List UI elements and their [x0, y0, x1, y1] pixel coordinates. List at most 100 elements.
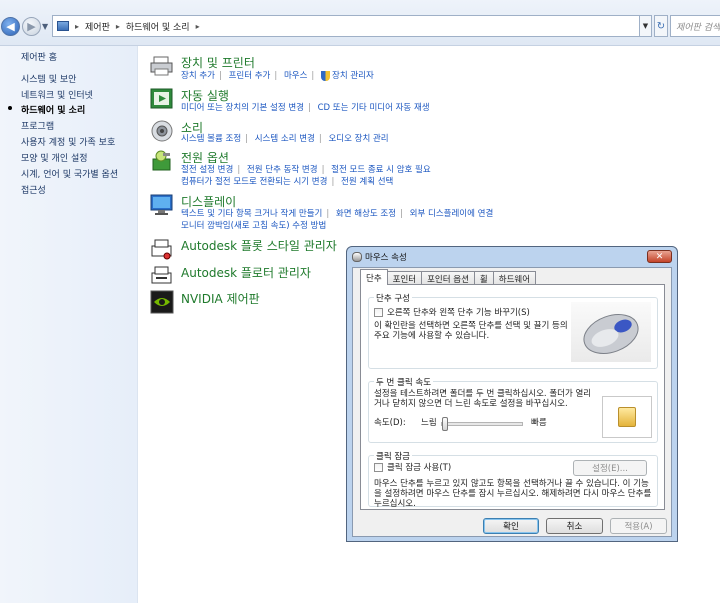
display-icon[interactable]: [150, 193, 174, 217]
tab-panel: 단추 구성 오른쪽 단추와 왼쪽 단추 기능 바꾸기(S) 이 확인란을 선택하…: [360, 284, 665, 510]
link-change-sleep-time[interactable]: 컴퓨터가 절전 모드로 전환되는 시기 변경: [181, 177, 327, 187]
tab-pointers[interactable]: 포인터: [386, 271, 423, 285]
nav-control-panel-home[interactable]: 제어판 홈: [21, 50, 57, 63]
link-choose-power-plan[interactable]: 전원 계획 선택: [341, 177, 393, 187]
nav-clock-language-region[interactable]: 시계, 언어 및 국가별 옵션: [21, 167, 118, 180]
current-bullet: [8, 106, 12, 110]
click-lock-label[interactable]: 클릭 잠금 사용(T): [387, 463, 451, 473]
recent-pages-dropdown[interactable]: ▼: [42, 22, 48, 31]
click-lock-row: 클릭 잠금 사용(T): [374, 463, 451, 474]
nvidia-title[interactable]: NVIDIA 제어판: [181, 290, 260, 307]
folder-icon[interactable]: [618, 407, 636, 427]
search-input[interactable]: 제어판 검색: [670, 15, 720, 37]
link-add-printer[interactable]: 프린터 추가: [229, 71, 271, 81]
apply-button[interactable]: 적용(A): [610, 518, 667, 534]
cancel-button[interactable]: 취소: [546, 518, 603, 534]
nav-programs[interactable]: 프로그램: [21, 119, 54, 132]
display-links-row1: 텍스트 및 기타 항목 크거나 작게 만들기 | 화면 해상도 조정 | 외부 디스…: [181, 207, 493, 219]
link-change-system-sounds[interactable]: 시스템 소리 변경: [255, 134, 315, 144]
link-separator: |: [237, 165, 241, 175]
link-separator: |: [218, 71, 222, 81]
sound-links: 시스템 볼륨 조정 | 시스템 소리 변경 | 오디오 장치 관리: [181, 132, 389, 144]
link-require-password[interactable]: 절전 모드 종료 시 암호 필요: [331, 165, 431, 175]
autoplay-links: 미디어 또는 장치의 기본 설정 변경 | CD 또는 기타 미디어 자동 재생: [181, 101, 430, 113]
power-icon[interactable]: [150, 149, 174, 173]
nav-network-internet[interactable]: 네트워크 및 인터넷: [21, 88, 93, 101]
breadcrumb-separator[interactable]: ▸: [75, 22, 79, 31]
double-click-speed-slider[interactable]: [441, 417, 523, 431]
autodesk-plotter-title[interactable]: Autodesk 플로터 관리자: [181, 264, 311, 281]
link-separator: |: [321, 165, 325, 175]
dialog-title: 마우스 속성: [365, 253, 407, 263]
forward-button[interactable]: ▶: [22, 17, 41, 36]
link-separator: |: [245, 134, 249, 144]
devices-printers-links: 장치 추가 | 프린터 추가 | 마우스 | 장치 관리자: [181, 69, 374, 81]
close-icon[interactable]: ✕: [647, 250, 672, 263]
autodesk-plot-style-title[interactable]: Autodesk 플롯 스타일 관리자: [181, 237, 337, 254]
click-lock-checkbox[interactable]: [374, 463, 383, 472]
link-separator: |: [318, 134, 322, 144]
nav-system-security[interactable]: 시스템 및 보안: [21, 72, 76, 85]
test-folder-area[interactable]: [602, 396, 652, 438]
button-config-desc: 이 확인란을 선택하면 오른쪽 단추를 선택 및 끌기 등의 주요 기능에 사용…: [374, 321, 568, 341]
breadcrumb-control-panel[interactable]: 제어판: [85, 20, 110, 33]
link-separator: |: [308, 103, 311, 113]
link-text-size[interactable]: 텍스트 및 기타 항목 크거나 작게 만들기: [181, 209, 322, 219]
link-device-manager[interactable]: 장치 관리자: [332, 71, 374, 81]
power-links-row2: 컴퓨터가 절전 모드로 전환되는 시기 변경 | 전원 계획 선택: [181, 175, 393, 187]
left-navigation: 제어판 홈 시스템 및 보안 네트워크 및 인터넷 하드웨어 및 소리 프로그램…: [0, 46, 138, 603]
refresh-icon[interactable]: ↻: [654, 15, 668, 37]
click-lock-settings-button[interactable]: 설정(E)...: [573, 460, 647, 476]
autoplay-icon[interactable]: [150, 87, 174, 111]
tab-hardware[interactable]: 하드웨어: [492, 271, 537, 285]
autodesk-plotter-icon[interactable]: [150, 264, 174, 288]
slider-thumb[interactable]: [442, 417, 448, 431]
link-monitor-flicker[interactable]: 모니터 깜박임(새로 고침 속도) 수정 방법: [181, 221, 326, 231]
link-screen-resolution[interactable]: 화면 해상도 조정: [336, 209, 396, 219]
address-dropdown[interactable]: ▼: [640, 15, 652, 37]
nav-hardware-sound[interactable]: 하드웨어 및 소리: [21, 103, 85, 116]
breadcrumb-separator[interactable]: ▸: [196, 22, 200, 31]
ok-button[interactable]: 확인: [483, 518, 539, 534]
link-change-media-defaults[interactable]: 미디어 또는 장치의 기본 설정 변경: [181, 103, 304, 113]
back-button[interactable]: ◀: [1, 17, 20, 36]
tab-buttons[interactable]: 단추: [360, 269, 388, 285]
autodesk-plotstyle-icon[interactable]: [150, 237, 174, 261]
breadcrumb[interactable]: ▸ 제어판 ▸ 하드웨어 및 소리 ▸: [52, 15, 640, 37]
speed-label: 속도(D):: [374, 418, 406, 428]
swap-buttons-label[interactable]: 오른쪽 단추와 왼쪽 단추 기능 바꾸기(S): [387, 308, 530, 318]
control-panel-icon: [57, 21, 69, 31]
printer-icon[interactable]: [150, 54, 174, 78]
breadcrumb-hardware-sound[interactable]: 하드웨어 및 소리: [126, 20, 190, 33]
link-separator: |: [331, 177, 335, 187]
swap-buttons-checkbox[interactable]: [374, 308, 383, 317]
nav-ease-of-access[interactable]: 접근성: [21, 183, 46, 196]
link-add-device[interactable]: 장치 추가: [181, 71, 215, 81]
nav-user-accounts[interactable]: 사용자 계정 및 가족 보호: [21, 135, 115, 148]
link-change-sleep-settings[interactable]: 절전 설정 변경: [181, 165, 233, 175]
slow-label: 느림: [421, 418, 437, 428]
dialog-body: 단추 포인터 포인터 옵션 휠 하드웨어 단추 구성 오른쪽 단추와 왼쪽 단추…: [352, 267, 672, 537]
link-autoplay-cd[interactable]: CD 또는 기타 미디어 자동 재생: [318, 103, 430, 113]
speaker-icon[interactable]: [150, 119, 174, 143]
shield-icon: [321, 70, 330, 81]
link-separator: |: [400, 209, 403, 219]
link-power-button-action[interactable]: 전원 단추 동작 변경: [247, 165, 318, 175]
swap-buttons-row: 오른쪽 단추와 왼쪽 단추 기능 바꾸기(S): [374, 308, 574, 319]
tab-wheel[interactable]: 휠: [473, 271, 494, 285]
button-config-legend: 단추 구성: [374, 292, 412, 304]
tab-pointer-options[interactable]: 포인터 옵션: [421, 271, 475, 285]
nav-appearance[interactable]: 모양 및 개인 설정: [21, 151, 88, 164]
link-adjust-volume[interactable]: 시스템 볼륨 조정: [181, 134, 241, 144]
nvidia-icon[interactable]: [150, 290, 174, 314]
link-manage-audio-devices[interactable]: 오디오 장치 관리: [328, 134, 388, 144]
double-click-legend: 두 번 클릭 속도: [374, 376, 434, 388]
button-config-group: 단추 구성 오른쪽 단추와 왼쪽 단추 기능 바꾸기(S) 이 확인란을 선택하…: [368, 292, 658, 369]
link-mouse[interactable]: 마우스: [284, 71, 307, 81]
address-bar: ◀ ▶ ▼ ▸ 제어판 ▸ 하드웨어 및 소리 ▸ ▼ ↻ 제어판 검색: [0, 0, 720, 46]
link-separator: |: [326, 209, 330, 219]
breadcrumb-separator[interactable]: ▸: [116, 22, 120, 31]
link-external-display[interactable]: 외부 디스플레이에 연결: [410, 209, 494, 219]
dialog-titlebar[interactable]: 마우스 속성 ✕: [347, 247, 677, 267]
click-lock-group: 클릭 잠금 클릭 잠금 사용(T) 설정(E)... 마우스 단추를 누르고 있…: [368, 450, 658, 508]
